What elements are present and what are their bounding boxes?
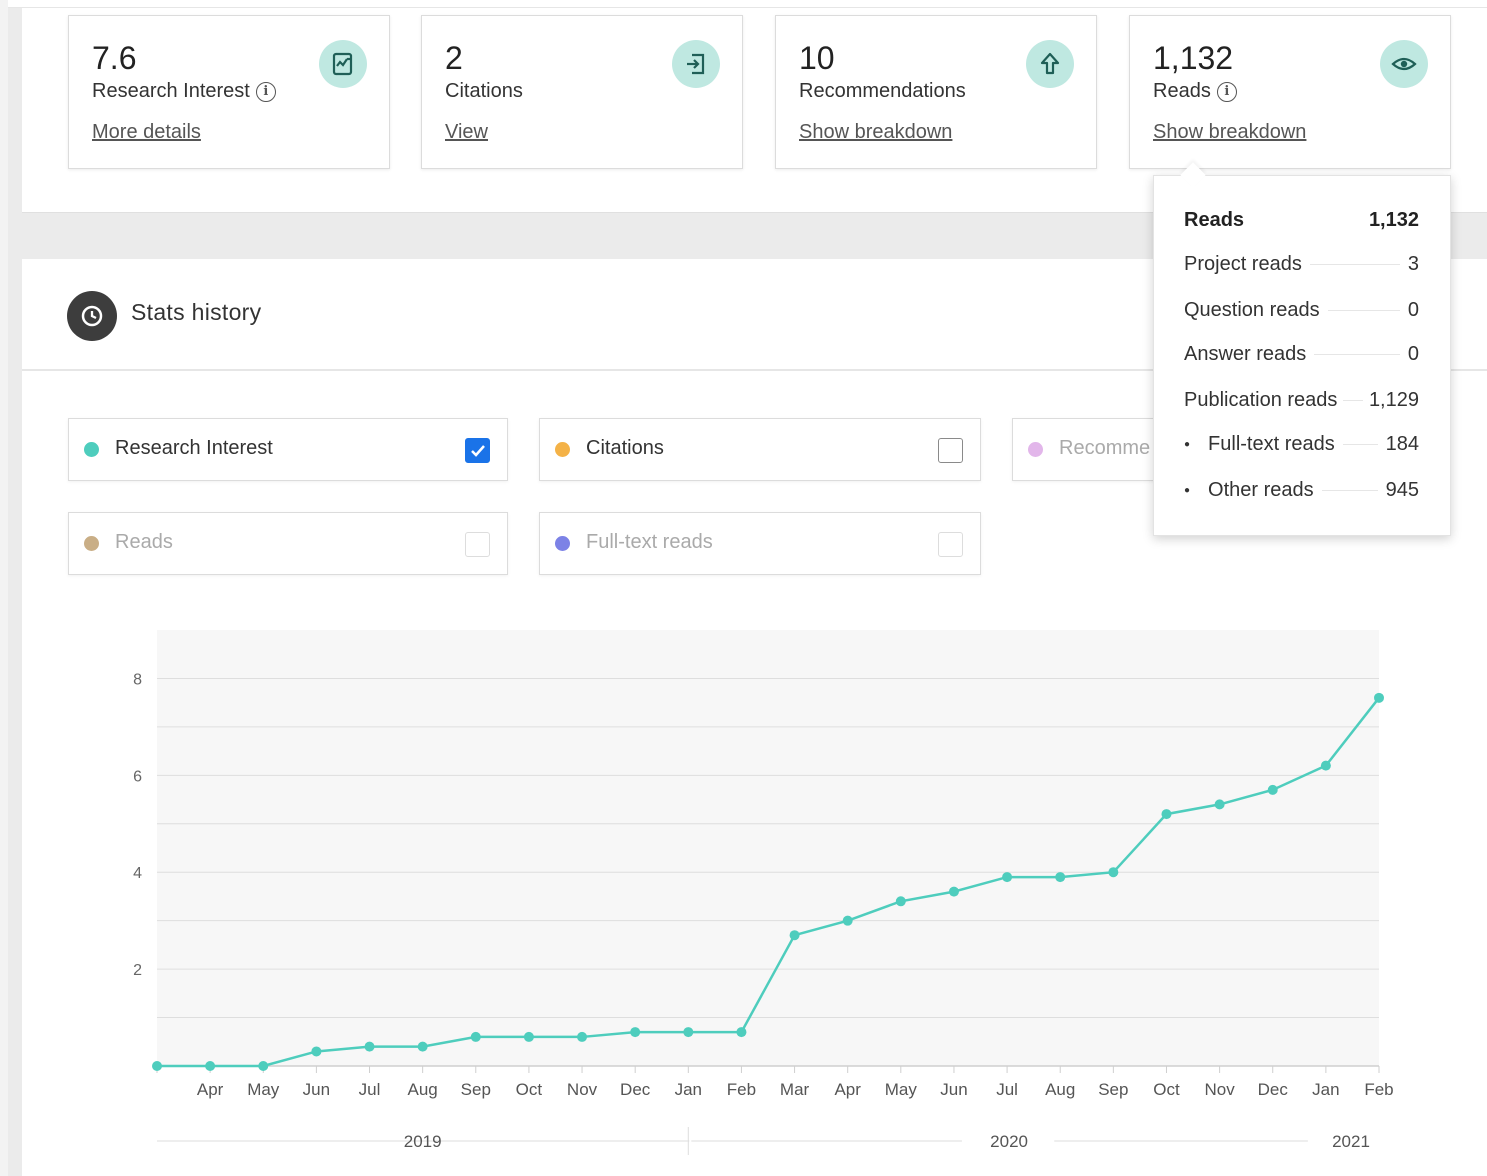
breakdown-row-project-reads: Project reads 3	[1184, 251, 1419, 277]
breakdown-value: 1,132	[1368, 208, 1419, 231]
x-tick-label: Jan	[1312, 1080, 1339, 1099]
data-point	[842, 915, 853, 926]
data-point	[364, 1041, 375, 1052]
x-tick-label: Oct	[516, 1080, 543, 1099]
x-tick-label: Oct	[1153, 1080, 1180, 1099]
data-point	[258, 1061, 269, 1071]
x-tick-label: May	[247, 1080, 280, 1099]
data-point	[523, 1031, 534, 1042]
bullet-icon: ●	[1184, 484, 1191, 496]
data-point	[205, 1061, 216, 1071]
x-tick-label: Feb	[1364, 1080, 1393, 1099]
breakdown-row-other-reads: ● Other reads 945	[1184, 477, 1419, 503]
x-tick-label: Nov	[1204, 1080, 1235, 1099]
x-tick-label: Apr	[197, 1080, 224, 1099]
data-point	[789, 930, 800, 941]
plot-area	[157, 630, 1379, 1066]
data-point	[417, 1041, 428, 1052]
x-tick-label: Jul	[359, 1080, 381, 1099]
breakdown-label: Project reads	[1184, 252, 1302, 275]
data-point	[1320, 760, 1331, 771]
breakdown-label: Question reads	[1184, 298, 1320, 321]
data-point	[895, 896, 906, 907]
x-tick-label: Aug	[408, 1080, 438, 1099]
x-tick-label: Jun	[940, 1080, 967, 1099]
year-label: 2020	[990, 1132, 1028, 1151]
data-point	[1002, 872, 1013, 883]
data-point	[1161, 809, 1172, 820]
data-point	[683, 1027, 694, 1038]
breakdown-value: 0	[1407, 342, 1419, 365]
breakdown-label: Other reads	[1208, 478, 1314, 501]
breakdown-label: Answer reads	[1184, 342, 1307, 365]
x-tick-label: Jan	[675, 1080, 702, 1099]
x-tick-label: Mar	[780, 1080, 810, 1099]
data-point	[152, 1061, 162, 1071]
breakdown-label: Reads	[1184, 208, 1245, 231]
data-point	[311, 1046, 322, 1057]
x-tick-label: Dec	[1258, 1080, 1289, 1099]
data-point	[1374, 692, 1384, 703]
x-tick-label: Aug	[1045, 1080, 1075, 1099]
year-label: 2021	[1332, 1132, 1370, 1151]
x-tick-label: Nov	[567, 1080, 598, 1099]
x-tick-label: Sep	[461, 1080, 491, 1099]
data-point	[577, 1031, 588, 1042]
data-point	[1267, 784, 1278, 795]
x-tick-label: Dec	[620, 1080, 651, 1099]
breakdown-row-answer-reads: Answer reads 0	[1184, 341, 1419, 367]
year-label: 2019	[404, 1132, 442, 1151]
x-tick-label: Feb	[727, 1080, 756, 1099]
breakdown-value: 0	[1407, 298, 1419, 321]
x-tick-label: Jul	[996, 1080, 1018, 1099]
breakdown-value: 945	[1385, 478, 1419, 501]
data-point	[1108, 867, 1119, 878]
data-point	[736, 1027, 747, 1038]
y-tick-label: 2	[133, 962, 142, 979]
reads-breakdown-popover: Reads 1,132 Project reads 3 Question rea…	[1153, 162, 1451, 536]
data-point	[470, 1031, 481, 1042]
x-tick-label: Apr	[834, 1080, 861, 1099]
breakdown-value: 3	[1407, 252, 1419, 275]
breakdown-value: 1,129	[1368, 388, 1419, 411]
breakdown-row-full-text-reads: ● Full-text reads 184	[1184, 431, 1419, 457]
data-point	[948, 886, 959, 897]
y-tick-label: 8	[133, 671, 142, 688]
breakdown-row-question-reads: Question reads 0	[1184, 297, 1419, 323]
y-tick-label: 6	[133, 768, 142, 785]
x-tick-label: Sep	[1098, 1080, 1128, 1099]
data-point	[1214, 799, 1225, 810]
x-tick-label: Jun	[303, 1080, 330, 1099]
data-point	[630, 1027, 641, 1038]
breakdown-label: Full-text reads	[1208, 432, 1335, 455]
bullet-icon: ●	[1184, 438, 1191, 450]
breakdown-row-reads: Reads 1,132	[1184, 207, 1419, 233]
breakdown-label: Publication reads	[1184, 388, 1338, 411]
breakdown-row-publication-reads: Publication reads 1,129	[1184, 387, 1419, 413]
y-tick-label: 4	[133, 865, 142, 882]
data-point	[1055, 872, 1066, 883]
breakdown-value: 184	[1385, 432, 1419, 455]
x-tick-label: May	[885, 1080, 918, 1099]
